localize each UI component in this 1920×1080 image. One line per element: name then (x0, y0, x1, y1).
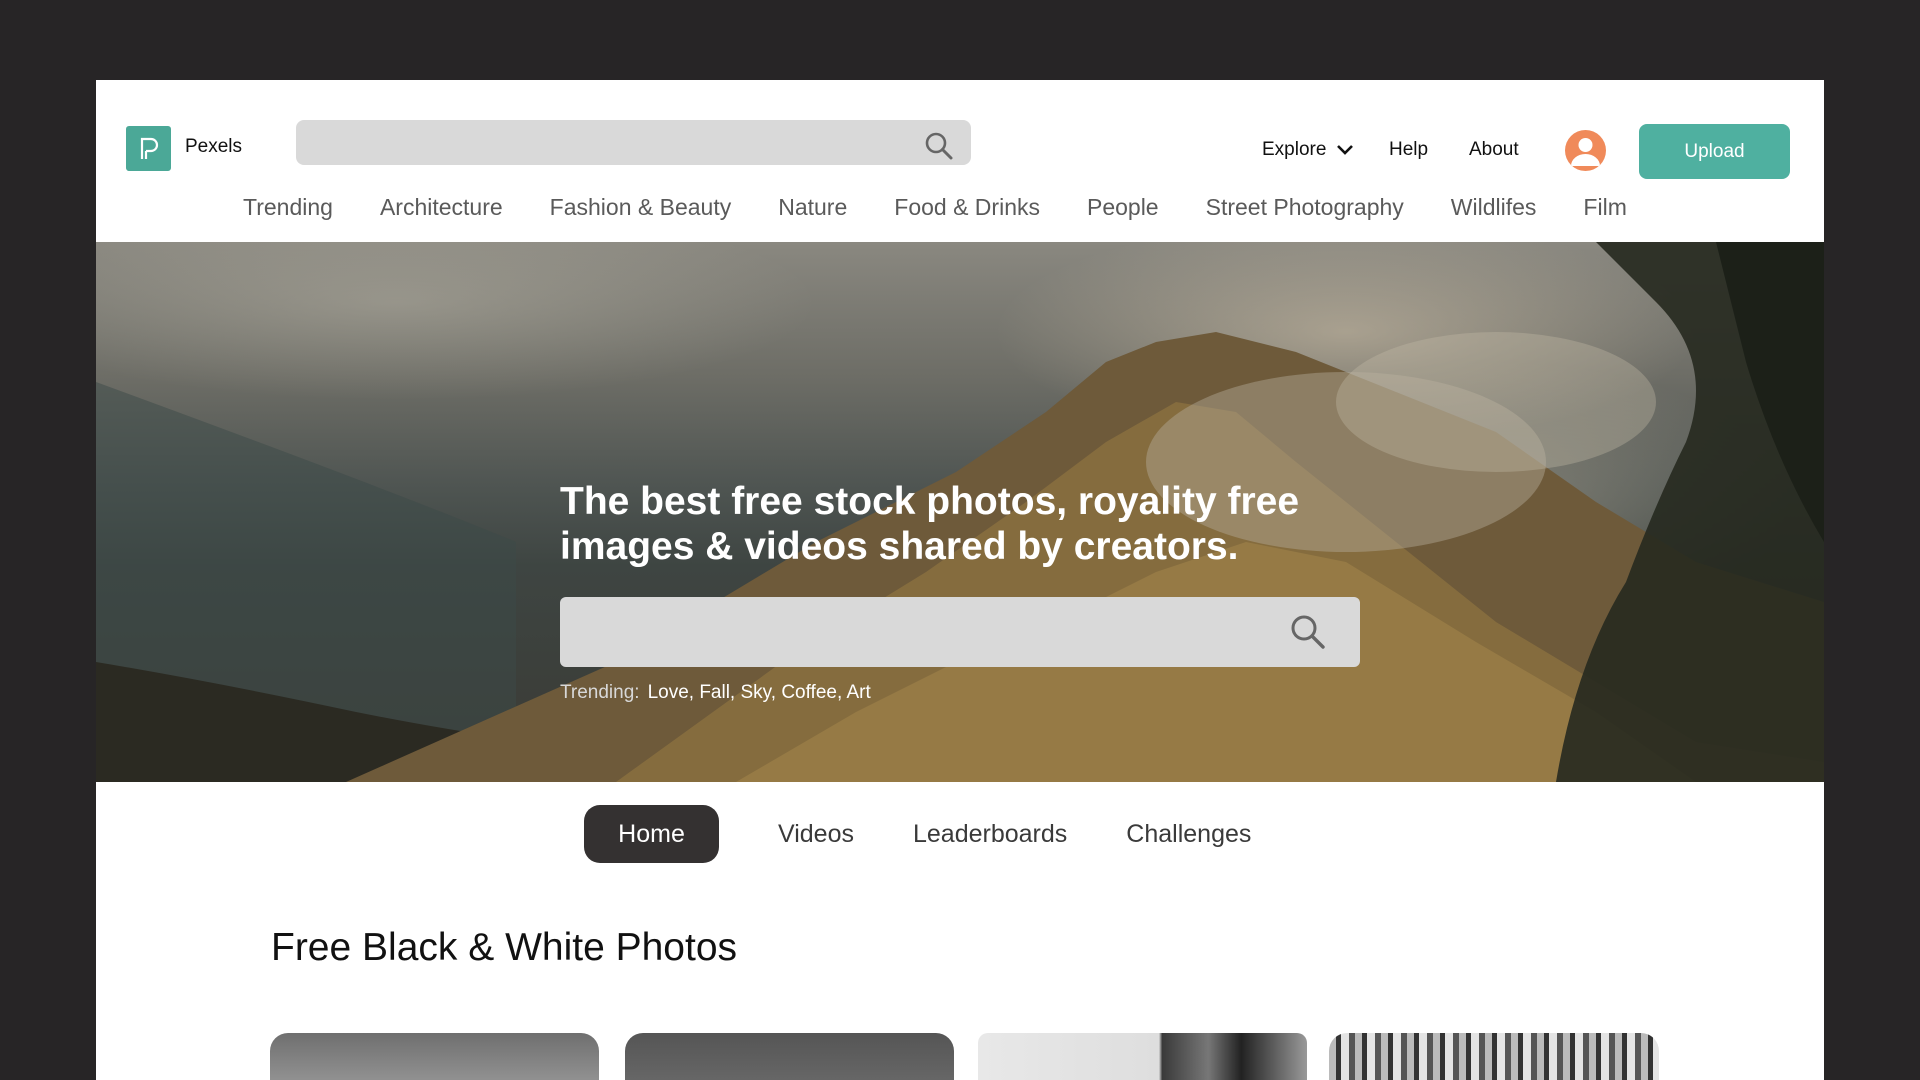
tab-home[interactable]: Home (584, 805, 719, 863)
explore-menu[interactable]: Explore (1262, 139, 1354, 161)
logo-icon[interactable] (126, 126, 171, 171)
hero-search-input[interactable] (560, 597, 1360, 667)
search-icon[interactable] (923, 130, 955, 162)
category-architecture[interactable]: Architecture (380, 194, 503, 221)
hero-title: The best free stock photos, royality fre… (560, 480, 1300, 568)
category-people[interactable]: People (1087, 194, 1159, 221)
hero-banner: The best free stock photos, royality fre… (96, 242, 1824, 782)
brand-name[interactable]: Pexels (185, 136, 242, 158)
trending-terms: Trending: Love, Fall, Sky, Coffee, Art (560, 682, 871, 704)
tab-videos[interactable]: Videos (778, 805, 854, 863)
chevron-down-icon (1337, 145, 1354, 155)
content-tabs: Home Videos Leaderboards Challenges (584, 805, 1310, 863)
category-film[interactable]: Film (1583, 194, 1626, 221)
hero-search-icon[interactable] (1288, 612, 1328, 652)
tab-leaderboards[interactable]: Leaderboards (913, 805, 1067, 863)
header: Pexels Explore Help About Upload Trendin… (96, 80, 1824, 242)
category-food-drinks[interactable]: Food & Drinks (894, 194, 1040, 221)
category-wildlifes[interactable]: Wildlifes (1451, 194, 1537, 221)
page: Pexels Explore Help About Upload Trendin… (96, 80, 1824, 1080)
photo-thumbnail[interactable] (625, 1033, 954, 1080)
category-street-photography[interactable]: Street Photography (1206, 194, 1404, 221)
trending-label: Trending: (560, 682, 640, 703)
category-nav: Trending Architecture Fashion & Beauty N… (243, 194, 1674, 221)
help-link[interactable]: Help (1389, 139, 1428, 161)
trending-values[interactable]: Love, Fall, Sky, Coffee, Art (648, 682, 871, 703)
upload-button[interactable]: Upload (1639, 124, 1790, 179)
section-title: Free Black & White Photos (271, 926, 738, 969)
category-fashion-beauty[interactable]: Fashion & Beauty (550, 194, 732, 221)
photo-thumbnail[interactable] (978, 1033, 1307, 1080)
photo-thumbnail[interactable] (1329, 1033, 1659, 1080)
user-icon[interactable] (1565, 130, 1606, 171)
photo-thumbnail[interactable] (270, 1033, 599, 1080)
explore-label: Explore (1262, 139, 1327, 160)
category-trending[interactable]: Trending (243, 194, 333, 221)
header-search-input[interactable] (296, 120, 971, 165)
category-nature[interactable]: Nature (778, 194, 847, 221)
about-link[interactable]: About (1469, 139, 1519, 161)
tab-challenges[interactable]: Challenges (1126, 805, 1251, 863)
